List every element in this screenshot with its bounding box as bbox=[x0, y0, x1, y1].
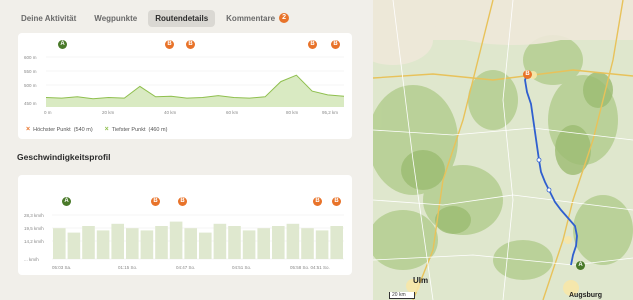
speed-bar bbox=[242, 230, 256, 259]
legend-lowest-label: Tiefster Punkt bbox=[111, 126, 146, 133]
elevation-area bbox=[46, 75, 344, 107]
speed-bar bbox=[96, 230, 110, 259]
speed-bar bbox=[184, 228, 197, 259]
map-city-label: Augsburg bbox=[569, 292, 603, 299]
elevation-profile-card: A B B B B 600 m 550 m 500 m 450 m 0 m 20… bbox=[18, 33, 352, 139]
lowest-point-icon: × bbox=[104, 126, 109, 133]
tab-bar: Deine Aktivität Wegpunkte Routendetails … bbox=[14, 8, 296, 28]
elevation-chart[interactable]: 600 m 550 m 500 m 450 m 0 m 20 km 40 km … bbox=[18, 33, 352, 139]
speed-profile-card: A B B B B 28,3 km/h 19,5 km/h 14,2 km/h … bbox=[18, 175, 352, 275]
highest-point-icon: × bbox=[26, 126, 31, 133]
y-tick-label: 19,5 km/h bbox=[24, 226, 44, 231]
speed-bar bbox=[301, 228, 314, 259]
speed-bar bbox=[140, 230, 154, 259]
x-tick-label: 04:47 So. bbox=[176, 265, 195, 270]
tab-route-details[interactable]: Routendetails bbox=[148, 9, 216, 27]
x-tick-label: 01:15 So. bbox=[118, 265, 137, 270]
y-tick-label: 550 m bbox=[24, 69, 37, 74]
route-point[interactable] bbox=[546, 187, 552, 193]
y-tick-label: 600 m bbox=[24, 55, 37, 60]
route-map[interactable]: B A Ulm Augsburg 20 km bbox=[373, 0, 633, 300]
tab-activity-label: Deine Aktivität bbox=[21, 13, 77, 23]
comments-count-badge: 2 bbox=[279, 13, 290, 23]
y-tick-label: 450 m bbox=[24, 101, 37, 106]
tab-comments[interactable]: Kommentare 2 bbox=[219, 9, 296, 27]
speed-bar bbox=[111, 223, 124, 259]
legend-highest-value: (540 m) bbox=[73, 126, 93, 133]
speed-bar bbox=[272, 226, 285, 259]
speed-bar bbox=[257, 228, 270, 259]
x-tick-label: 20 km bbox=[102, 110, 115, 115]
tab-activity[interactable]: Deine Aktivität bbox=[14, 10, 83, 27]
x-tick-label: 60 km bbox=[226, 110, 239, 115]
speed-chart[interactable]: 28,3 km/h 19,5 km/h 14,2 km/h ... km/h 0… bbox=[18, 175, 352, 275]
y-tick-label: 28,3 km/h bbox=[24, 213, 44, 218]
speed-bars bbox=[53, 221, 343, 259]
x-tick-label: 05:03 Sa. bbox=[52, 265, 71, 270]
legend-lowest-value: (460 m) bbox=[148, 126, 168, 133]
legend-lowest-point: × Tiefster Punkt (460 m) bbox=[105, 126, 168, 133]
y-tick-label: 500 m bbox=[24, 83, 37, 88]
speed-bar bbox=[155, 226, 168, 259]
legend-highest-point: × Höchster Punkt (540 m) bbox=[26, 126, 93, 133]
route-start-marker[interactable]: A bbox=[576, 261, 585, 270]
speed-bar bbox=[330, 226, 343, 259]
elevation-legend: × Höchster Punkt (540 m) × Tiefster Punk… bbox=[26, 126, 167, 133]
x-tick-label: 05:58 So. 04:51 So. bbox=[290, 265, 330, 270]
x-tick-label: 40 km bbox=[164, 110, 177, 115]
speed-bar bbox=[213, 223, 227, 259]
speed-bar bbox=[315, 230, 329, 259]
speed-bar bbox=[82, 226, 95, 259]
speed-bar bbox=[126, 228, 139, 259]
x-tick-label: 95,2 km bbox=[322, 110, 338, 115]
map-city-label: Ulm bbox=[413, 276, 429, 285]
speed-profile-title: Geschwindigkeitsprofil bbox=[17, 152, 111, 162]
tab-route-details-label: Routendetails bbox=[155, 13, 209, 23]
x-tick-label: 04:51 So. bbox=[232, 265, 251, 270]
tab-comments-label: Kommentare bbox=[226, 13, 276, 23]
x-tick-label: 0 m bbox=[44, 110, 52, 115]
route-end-marker[interactable]: B bbox=[523, 70, 532, 79]
speed-bar bbox=[53, 228, 66, 259]
tab-waypoints[interactable]: Wegpunkte bbox=[87, 10, 144, 27]
speed-bar bbox=[199, 232, 212, 259]
legend-highest-label: Höchster Punkt bbox=[33, 126, 71, 133]
speed-bar bbox=[286, 223, 300, 259]
speed-bar bbox=[228, 226, 241, 259]
x-tick-label: 80 km bbox=[286, 110, 299, 115]
speed-bar bbox=[67, 232, 81, 259]
details-panel: Deine Aktivität Wegpunkte Routendetails … bbox=[0, 0, 373, 300]
route-point[interactable] bbox=[536, 157, 542, 163]
y-tick-label: ... km/h bbox=[24, 257, 39, 262]
map-scale-bar: 20 km bbox=[389, 292, 415, 299]
y-tick-label: 14,2 km/h bbox=[24, 239, 44, 244]
map-canvas[interactable] bbox=[373, 0, 633, 300]
speed-bar bbox=[169, 221, 183, 259]
tab-waypoints-label: Wegpunkte bbox=[94, 13, 138, 23]
